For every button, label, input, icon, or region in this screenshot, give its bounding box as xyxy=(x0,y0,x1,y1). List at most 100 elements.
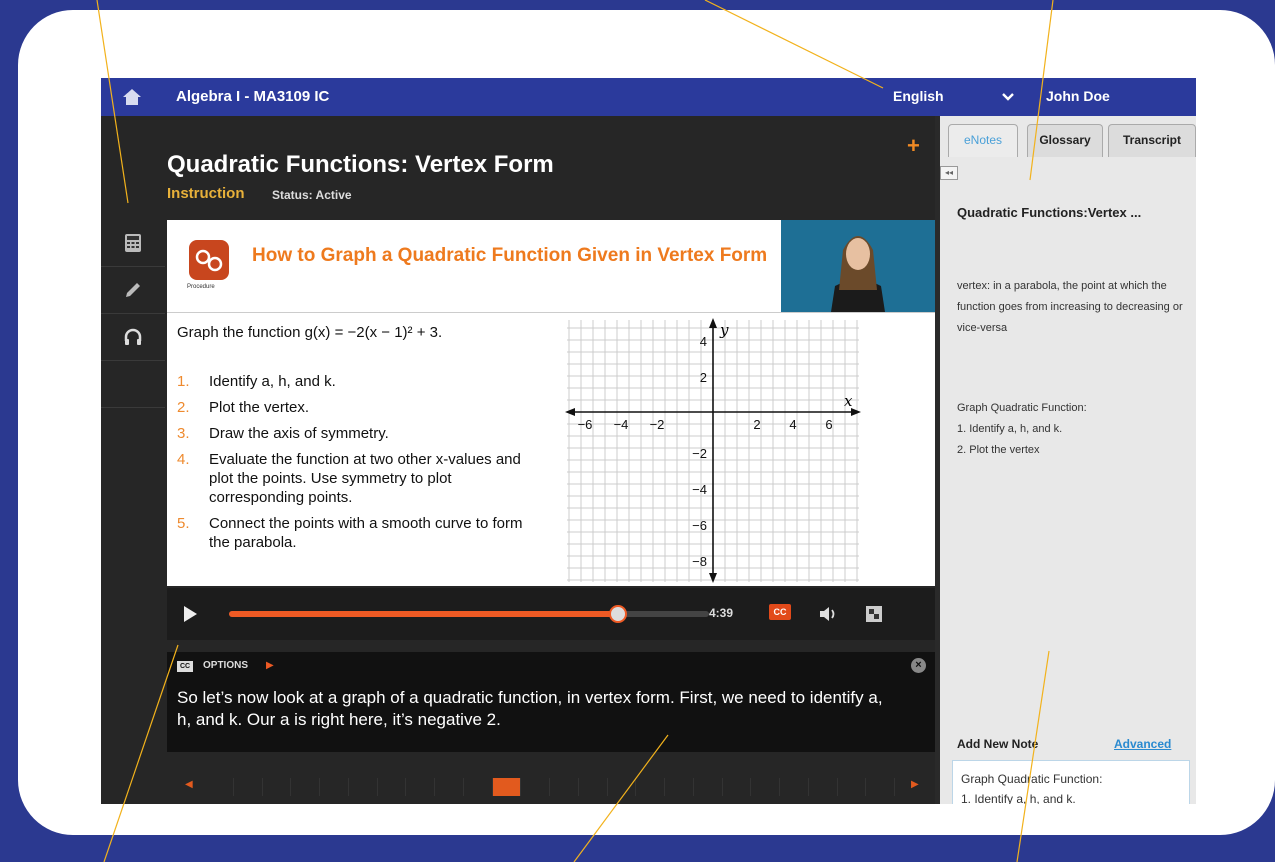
step-number: 5. xyxy=(177,515,190,532)
timeline-cell[interactable] xyxy=(464,778,493,796)
plus-icon[interactable]: + xyxy=(907,133,920,159)
y-tick-label: 2 xyxy=(700,370,707,385)
course-title[interactable]: Algebra I - MA3109 IC xyxy=(176,88,329,105)
timeline-cell[interactable] xyxy=(205,778,234,796)
caret-left-icon[interactable]: ◀ xyxy=(185,779,193,790)
timeline-cell[interactable] xyxy=(291,778,320,796)
timeline-cell[interactable] xyxy=(234,778,263,796)
step-number: 3. xyxy=(177,425,190,442)
x-axis-arrow-left xyxy=(565,408,575,416)
note-list-title: Graph Quadratic Function: xyxy=(957,402,1087,414)
y-axis-arrow-up xyxy=(709,318,717,328)
step-number: 4. xyxy=(177,451,190,468)
pencil-button[interactable] xyxy=(101,267,165,314)
timeline-cell[interactable] xyxy=(320,778,349,796)
timeline-cell[interactable] xyxy=(636,778,665,796)
step-text: Evaluate the function at two other x-val… xyxy=(209,451,521,506)
timeline-cell[interactable] xyxy=(349,778,378,796)
x-tick-label: −2 xyxy=(650,417,665,432)
audio-button[interactable] xyxy=(101,314,165,361)
timeline-cell[interactable] xyxy=(435,778,464,796)
caption-options[interactable]: OPTIONS xyxy=(203,660,248,671)
timeline-cell[interactable] xyxy=(608,778,637,796)
add-note-label: Add New Note xyxy=(957,737,1039,751)
timeline-cell[interactable] xyxy=(378,778,407,796)
home-icon[interactable] xyxy=(121,86,143,108)
list-item: 1. Identify a, h, and k. xyxy=(957,423,1063,435)
list-item: 1. Identify a, h, and k. xyxy=(177,372,547,391)
seek-progress xyxy=(229,611,618,617)
timeline-cell[interactable] xyxy=(751,778,780,796)
timeline-cells xyxy=(205,778,895,796)
chevron-down-icon[interactable] xyxy=(999,86,1017,106)
timeline-cell-active[interactable] xyxy=(492,778,522,796)
timeline-cell[interactable] xyxy=(866,778,895,796)
timeline-cell[interactable] xyxy=(665,778,694,796)
page-title: Quadratic Functions: Vertex Form xyxy=(167,151,554,178)
timeline-cell[interactable] xyxy=(723,778,752,796)
seek-handle[interactable] xyxy=(608,605,627,623)
procedure-icon xyxy=(195,249,223,272)
video-controls: 4:39 CC xyxy=(167,588,935,640)
new-note-text: Graph Quadratic Function: 1. Identify a,… xyxy=(961,769,1102,804)
sidebar-tabs: eNotes Glossary Transcript xyxy=(948,124,1196,157)
step-number: 2. xyxy=(177,399,190,416)
step-text: Plot the vertex. xyxy=(209,399,310,416)
timeline-cell[interactable] xyxy=(809,778,838,796)
step-text: Connect the points with a smooth curve t… xyxy=(209,515,523,551)
new-note-field[interactable]: Graph Quadratic Function: 1. Identify a,… xyxy=(952,760,1190,804)
y-tick-label: −8 xyxy=(692,554,707,569)
y-tick-label: −2 xyxy=(692,446,707,461)
advanced-link[interactable]: Advanced xyxy=(1114,737,1171,751)
notes-sidebar: eNotes Glossary Transcript ◂◂ Quadratic … xyxy=(940,116,1196,804)
y-tick-label: −6 xyxy=(692,518,707,533)
chapter-timeline: ◀ ▶ xyxy=(167,776,935,798)
timeline-cell[interactable] xyxy=(838,778,867,796)
cc-button[interactable]: CC xyxy=(769,604,791,620)
timeline-cell[interactable] xyxy=(694,778,723,796)
timeline-cell[interactable] xyxy=(263,778,292,796)
timeline-cell[interactable] xyxy=(406,778,435,796)
x-tick-label: −4 xyxy=(614,417,629,432)
timeline-cell[interactable] xyxy=(550,778,579,796)
x-tick-label: 4 xyxy=(789,417,796,432)
caret-right-icon[interactable]: ▶ xyxy=(266,660,274,671)
graph-prompt: Graph the function g(x) = −2(x − 1)² + 3… xyxy=(177,324,443,341)
new-note-line: Graph Quadratic Function: xyxy=(961,772,1103,786)
timeline-cell[interactable] xyxy=(579,778,608,796)
tab-glossary[interactable]: Glossary xyxy=(1027,124,1103,157)
procedure-label: Procedure xyxy=(187,284,215,290)
close-icon[interactable]: × xyxy=(911,658,926,673)
app-window: Algebra I - MA3109 IC English John Doe Q… xyxy=(101,78,1196,804)
step-number: 1. xyxy=(177,373,190,390)
play-icon[interactable] xyxy=(181,604,199,624)
timeline-cell[interactable] xyxy=(780,778,809,796)
calculator-icon xyxy=(125,234,141,252)
lesson-area: Quadratic Functions: Vertex Form Instruc… xyxy=(101,116,935,804)
new-note-line: 1. Identify a, h, and k. xyxy=(961,792,1076,804)
timeline-cell[interactable] xyxy=(521,778,550,796)
video-title: How to Graph a Quadratic Function Given … xyxy=(252,245,768,266)
seek-bar[interactable] xyxy=(229,605,709,623)
list-item: 5. Connect the points with a smooth curve… xyxy=(177,514,547,552)
video-frame[interactable]: Procedure How to Graph a Quadratic Funct… xyxy=(167,220,935,586)
calculator-button[interactable] xyxy=(101,220,165,267)
note-title: Quadratic Functions:Vertex ... xyxy=(957,205,1142,220)
language-select[interactable]: English xyxy=(893,88,944,104)
cc-badge: CC xyxy=(177,661,193,672)
y-tick-label: 4 xyxy=(700,334,707,349)
tab-transcript[interactable]: Transcript xyxy=(1108,124,1196,157)
user-name[interactable]: John Doe xyxy=(1046,88,1110,104)
pencil-icon xyxy=(126,283,140,297)
list-item: 2. Plot the vertex. xyxy=(177,398,547,417)
coordinate-grid: x y −6 −4 −2 2 4 6 4 2 −2 −4 −6 −8 xyxy=(565,318,861,583)
volume-icon[interactable] xyxy=(817,603,839,625)
y-tick-label: −4 xyxy=(692,482,707,497)
note-definition: vertex: in a parabola, the point at whic… xyxy=(957,280,1183,334)
step-text: Draw the axis of symmetry. xyxy=(209,425,389,442)
presenter-figure xyxy=(831,236,885,312)
collapse-sidebar-button[interactable]: ◂◂ xyxy=(940,166,958,180)
fullscreen-icon[interactable] xyxy=(863,603,885,625)
caret-right-icon[interactable]: ▶ xyxy=(911,779,919,790)
tab-enotes[interactable]: eNotes xyxy=(948,124,1018,157)
